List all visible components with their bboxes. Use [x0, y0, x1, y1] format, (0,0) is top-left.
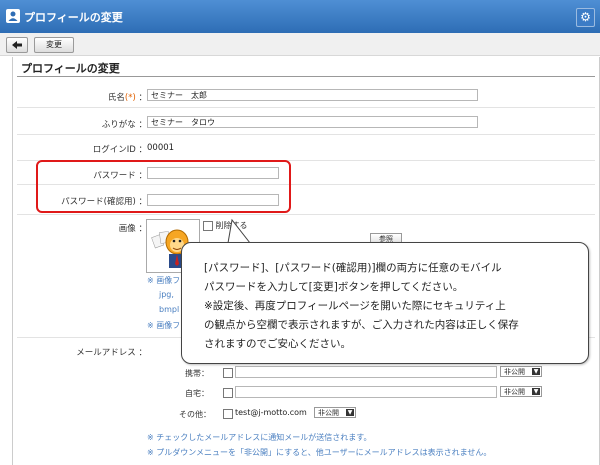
callout-line: ※設定後、再度プロフィールページを開いた際にセキュリティ上	[204, 300, 506, 312]
callout-line: パスワードを入力して[変更]ボタンを押してください。	[204, 281, 464, 293]
callout-line: されますのでご安心ください。	[204, 338, 351, 350]
callout-tail-icon	[227, 218, 252, 244]
callout-line: [パスワード]、[パスワード(確認用)]欄の両方に任意のモバイル	[204, 262, 502, 274]
callout-line: の観点から空欄で表示されますが、ご入力された内容は正しく保存	[204, 319, 519, 331]
instruction-callout: [パスワード]、[パスワード(確認用)]欄の両方に任意のモバイル パスワードを入…	[181, 242, 589, 364]
callout-text: [パスワード]、[パスワード(確認用)]欄の両方に任意のモバイル パスワードを入…	[204, 259, 574, 354]
